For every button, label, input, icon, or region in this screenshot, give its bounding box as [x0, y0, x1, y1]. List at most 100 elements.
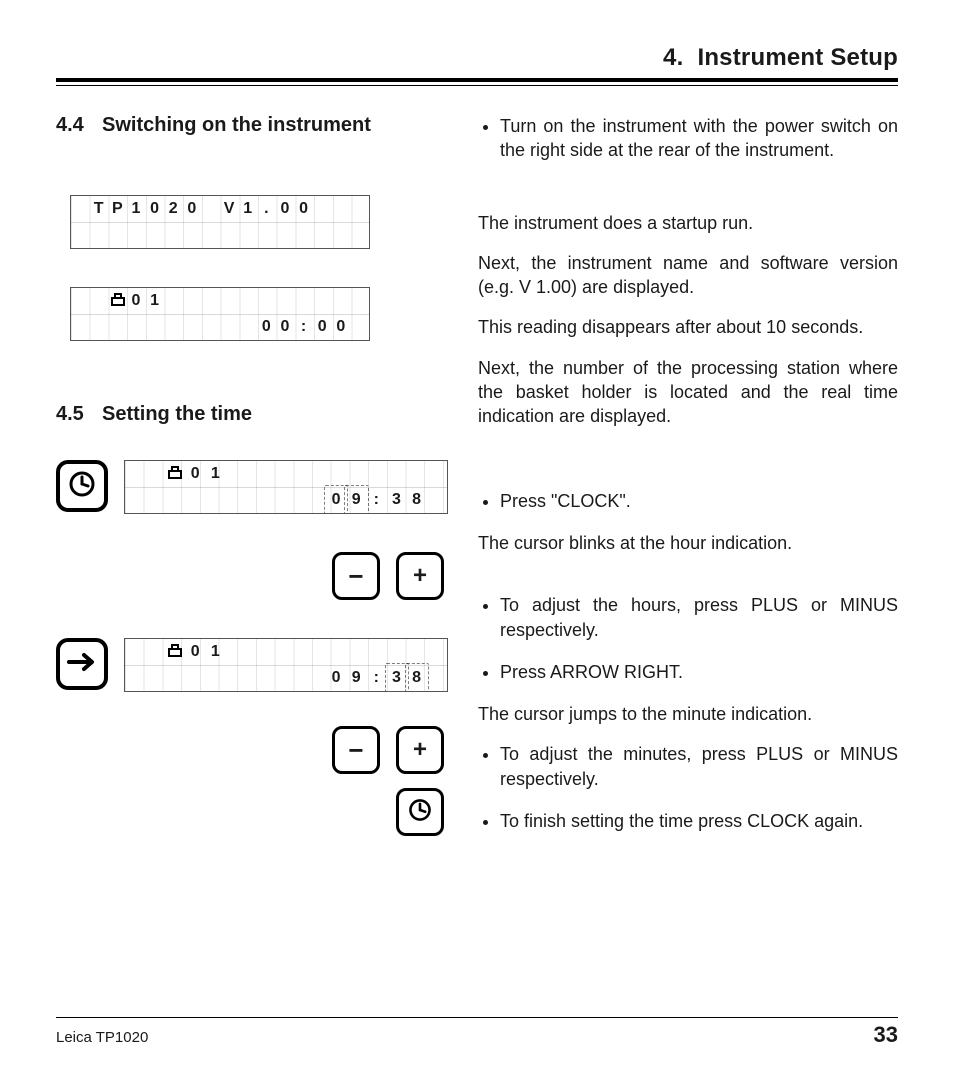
- lcd-cell: [164, 222, 183, 248]
- lcd-cell: [387, 639, 407, 665]
- lcd-cell: [346, 461, 366, 487]
- body-text: This reading disappears after about 10 s…: [478, 315, 898, 339]
- lcd-cell: [206, 665, 226, 691]
- lcd-cell: [226, 639, 246, 665]
- lcd-cell: [125, 487, 145, 513]
- lcd-cell: 0: [332, 314, 351, 340]
- lcd-cell: 0: [276, 196, 295, 222]
- lcd-cell: [407, 639, 427, 665]
- lcd-cell: [313, 288, 332, 314]
- step-text: To adjust the minutes, press PLUS or MIN…: [500, 742, 898, 791]
- arrow-right-button[interactable]: [56, 638, 108, 690]
- lcd-cell: [201, 288, 220, 314]
- lcd-cell: [165, 461, 185, 487]
- lcd-cell: [306, 461, 326, 487]
- lcd-cell: 0: [257, 314, 276, 340]
- lcd-cell: [201, 222, 220, 248]
- plus-minus-row: − +: [56, 552, 448, 600]
- lcd-display-set-minute: 0109:38: [124, 638, 448, 692]
- footer-page-number: 33: [874, 1022, 898, 1048]
- body-text: Next, the number of the processing stati…: [478, 356, 898, 429]
- lcd-cell: [427, 461, 447, 487]
- lcd-cell: [266, 461, 286, 487]
- body-text: Next, the instrument name and software v…: [478, 251, 898, 300]
- lcd-cell: [246, 639, 266, 665]
- lcd-cell: 2: [164, 196, 183, 222]
- lcd-cell: [145, 461, 165, 487]
- lcd-cell: [350, 222, 369, 248]
- clock-button[interactable]: [396, 788, 444, 836]
- lcd-cell: [90, 314, 109, 340]
- minus-icon: −: [348, 561, 363, 592]
- left-column: 4.4Switching on the instrument TP1020V1.…: [56, 114, 448, 851]
- lcd-cell: [206, 487, 226, 513]
- lcd-cell: 0: [185, 639, 205, 665]
- arrow-right-icon: [66, 652, 98, 677]
- lcd-cell: [220, 314, 239, 340]
- lcd-cell: :: [367, 487, 387, 513]
- step-text: To adjust the hours, press PLUS or MINUS…: [500, 593, 898, 642]
- header-rule-thin: [56, 85, 898, 86]
- lcd-cell: 0: [276, 314, 295, 340]
- lcd-cell: [185, 665, 205, 691]
- step-text: To finish setting the time press CLOCK a…: [500, 809, 898, 833]
- header-rule-thick: [56, 78, 898, 82]
- lcd-cell: [183, 288, 202, 314]
- minus-button[interactable]: −: [332, 552, 380, 600]
- lcd-cell: [387, 461, 407, 487]
- finish-buttons-col: − +: [56, 726, 448, 836]
- lcd-cell: :: [295, 314, 314, 340]
- plus-button[interactable]: +: [396, 552, 444, 600]
- lcd-cell: [257, 288, 276, 314]
- lcd-cell: [313, 222, 332, 248]
- lcd-cell: [286, 461, 306, 487]
- footer-rule: [56, 1017, 898, 1018]
- lcd-cell: [332, 196, 351, 222]
- step-text: Press ARROW RIGHT.: [500, 660, 898, 684]
- clock-icon: [67, 469, 97, 504]
- plus-icon: +: [413, 562, 427, 590]
- lcd-cell: [407, 461, 427, 487]
- lcd-cell: [266, 665, 286, 691]
- lcd-cell: [295, 288, 314, 314]
- body-text: The instrument does a startup run.: [478, 211, 898, 235]
- lcd-cell: [108, 222, 127, 248]
- lcd-cell: [226, 461, 246, 487]
- lcd-cell: [90, 222, 109, 248]
- lcd-cell: 0: [326, 487, 346, 513]
- lcd-cell: [246, 461, 266, 487]
- lcd-cell: [108, 288, 127, 314]
- lcd-cell: [246, 487, 266, 513]
- arrow-step-row: 0109:38: [56, 638, 448, 692]
- manual-page: 4.Instrument Setup 4.4Switching on the i…: [0, 0, 954, 1080]
- section-heading-45: 4.5Setting the time: [56, 403, 448, 426]
- lcd-cell: 0: [313, 314, 332, 340]
- lcd-cell: [332, 288, 351, 314]
- lcd-cell: [185, 487, 205, 513]
- lcd-cell: [71, 196, 90, 222]
- lcd-cell: [350, 314, 369, 340]
- lcd-cell: :: [367, 665, 387, 691]
- plus-button[interactable]: +: [396, 726, 444, 774]
- lcd-cell: [239, 314, 258, 340]
- lcd-cell: [201, 196, 220, 222]
- lcd-cell: [350, 288, 369, 314]
- section-title: Switching on the instrument: [102, 114, 371, 136]
- lcd-cell: 8: [407, 487, 427, 513]
- clock-button[interactable]: [56, 460, 108, 512]
- lcd-cell: [276, 222, 295, 248]
- lcd-cell: [146, 222, 165, 248]
- lcd-cell: [90, 288, 109, 314]
- lcd-cell: 0: [146, 196, 165, 222]
- clock-step-row: 0109:38: [56, 460, 448, 514]
- minus-button[interactable]: −: [332, 726, 380, 774]
- lcd-cell: [165, 487, 185, 513]
- lcd-cell: [306, 639, 326, 665]
- lcd-cell: [226, 665, 246, 691]
- lcd-cell: [71, 314, 90, 340]
- lcd-cell: [127, 314, 146, 340]
- lcd-cell: 1: [239, 196, 258, 222]
- lcd-cell: [286, 665, 306, 691]
- lcd-cell: [286, 487, 306, 513]
- lcd-cell: [71, 222, 90, 248]
